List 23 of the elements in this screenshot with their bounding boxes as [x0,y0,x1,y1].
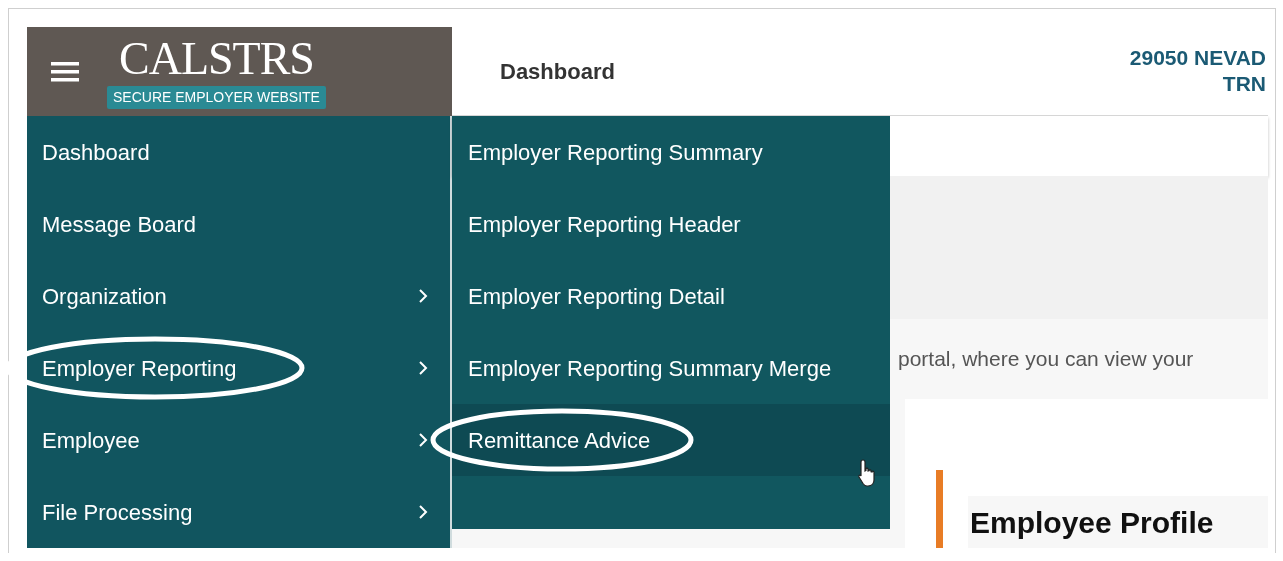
chevron-right-icon [419,289,428,303]
sidebar-item[interactable]: Employee [27,404,450,476]
intro-text: portal, where you can view your [898,346,1194,373]
submenu-item[interactable]: Employer Reporting Header [452,188,890,260]
chevron-right-icon [419,361,428,375]
sidebar-item[interactable]: Message Board [27,188,450,260]
sidebar-item[interactable]: Dashboard [27,116,450,188]
submenu-item[interactable]: Employer Reporting Detail [452,260,890,332]
logo-tagline: SECURE EMPLOYER WEBSITE [107,86,326,109]
logo-wordmark: CALSTRS [119,34,314,84]
card-title: Employee Profile [970,504,1214,541]
chevron-right-icon [419,433,428,447]
menu-icon[interactable] [51,60,79,83]
page-title: Dashboard [500,57,615,86]
sidebar-item[interactable]: Organization [27,260,450,332]
sidebar-item[interactable]: File Processing [27,476,450,548]
submenu-item[interactable]: Employer Reporting Summary Merge [452,332,890,404]
submenu-item[interactable]: Employer Reporting Summary [452,116,890,188]
sidebar-item[interactable]: Employer Reporting [27,332,450,404]
employer-address: TRN [1222,71,1266,97]
employer-address: 29050 NEVAD [1129,45,1266,71]
chevron-right-icon [419,505,428,519]
submenu-item[interactable]: Remittance Advice [452,404,890,476]
